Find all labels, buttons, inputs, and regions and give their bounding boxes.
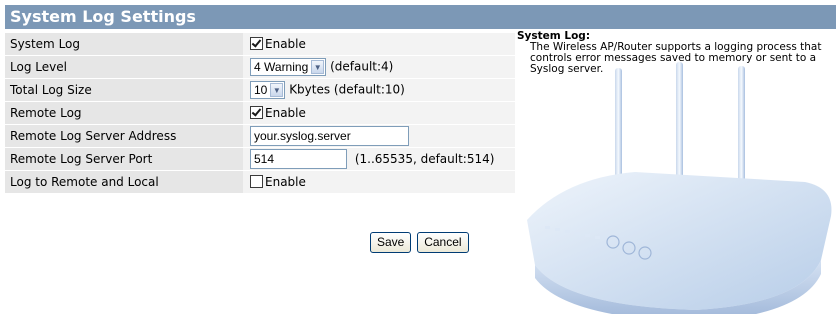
log-remote-and-local-enable-label[interactable]: Enable bbox=[265, 175, 306, 189]
log-level-label: Log Level bbox=[5, 56, 243, 78]
chevron-down-icon[interactable]: ▼ bbox=[270, 83, 284, 97]
settings-table: System Log Enable Log Level 4 Warning ▼ (… bbox=[5, 32, 515, 194]
total-log-size-hint: Kbytes (default:10) bbox=[289, 82, 405, 97]
cancel-button[interactable]: Cancel bbox=[417, 232, 469, 253]
row-log-level: Log Level 4 Warning ▼ (default:4) bbox=[5, 56, 515, 78]
router-illustration bbox=[527, 62, 832, 314]
row-remote-server-port: Remote Log Server Port 514 (1..65535, de… bbox=[5, 148, 515, 170]
remote-server-port-label: Remote Log Server Port bbox=[5, 148, 243, 170]
save-button[interactable]: Save bbox=[370, 232, 412, 253]
remote-server-address-label: Remote Log Server Address bbox=[5, 125, 243, 147]
row-total-log-size: Total Log Size 10 ▼ Kbytes (default:10) bbox=[5, 79, 515, 101]
log-level-hint: (default:4) bbox=[330, 59, 394, 74]
row-system-log: System Log Enable bbox=[5, 33, 515, 55]
system-log-checkbox[interactable] bbox=[250, 37, 263, 50]
router-antenna-right bbox=[738, 66, 745, 194]
remote-server-port-input[interactable]: 514 bbox=[250, 149, 347, 169]
page-title: System Log Settings bbox=[5, 5, 836, 29]
router-antenna-middle bbox=[676, 62, 683, 184]
row-remote-log: Remote Log Enable bbox=[5, 102, 515, 124]
remote-log-checkbox[interactable] bbox=[250, 106, 263, 119]
total-log-size-label: Total Log Size bbox=[5, 79, 243, 101]
remote-log-enable-label[interactable]: Enable bbox=[265, 106, 306, 120]
row-remote-server-address: Remote Log Server Address your.syslog.se… bbox=[5, 125, 515, 147]
row-log-remote-and-local: Log to Remote and Local Enable bbox=[5, 171, 515, 193]
form-actions: Save Cancel bbox=[370, 232, 471, 253]
log-remote-and-local-checkbox[interactable] bbox=[250, 175, 263, 188]
chevron-down-icon[interactable]: ▼ bbox=[311, 60, 325, 74]
log-remote-and-local-label: Log to Remote and Local bbox=[5, 171, 243, 193]
remote-log-label: Remote Log bbox=[5, 102, 243, 124]
remote-server-address-input[interactable]: your.syslog.server bbox=[250, 126, 409, 146]
router-body bbox=[527, 172, 832, 310]
system-log-label: System Log bbox=[5, 33, 243, 55]
system-log-enable-label[interactable]: Enable bbox=[265, 37, 306, 51]
remote-server-port-hint: (1..65535, default:514) bbox=[354, 151, 495, 166]
log-level-select[interactable]: 4 Warning ▼ bbox=[250, 58, 327, 76]
total-log-size-select[interactable]: 10 ▼ bbox=[250, 81, 286, 99]
